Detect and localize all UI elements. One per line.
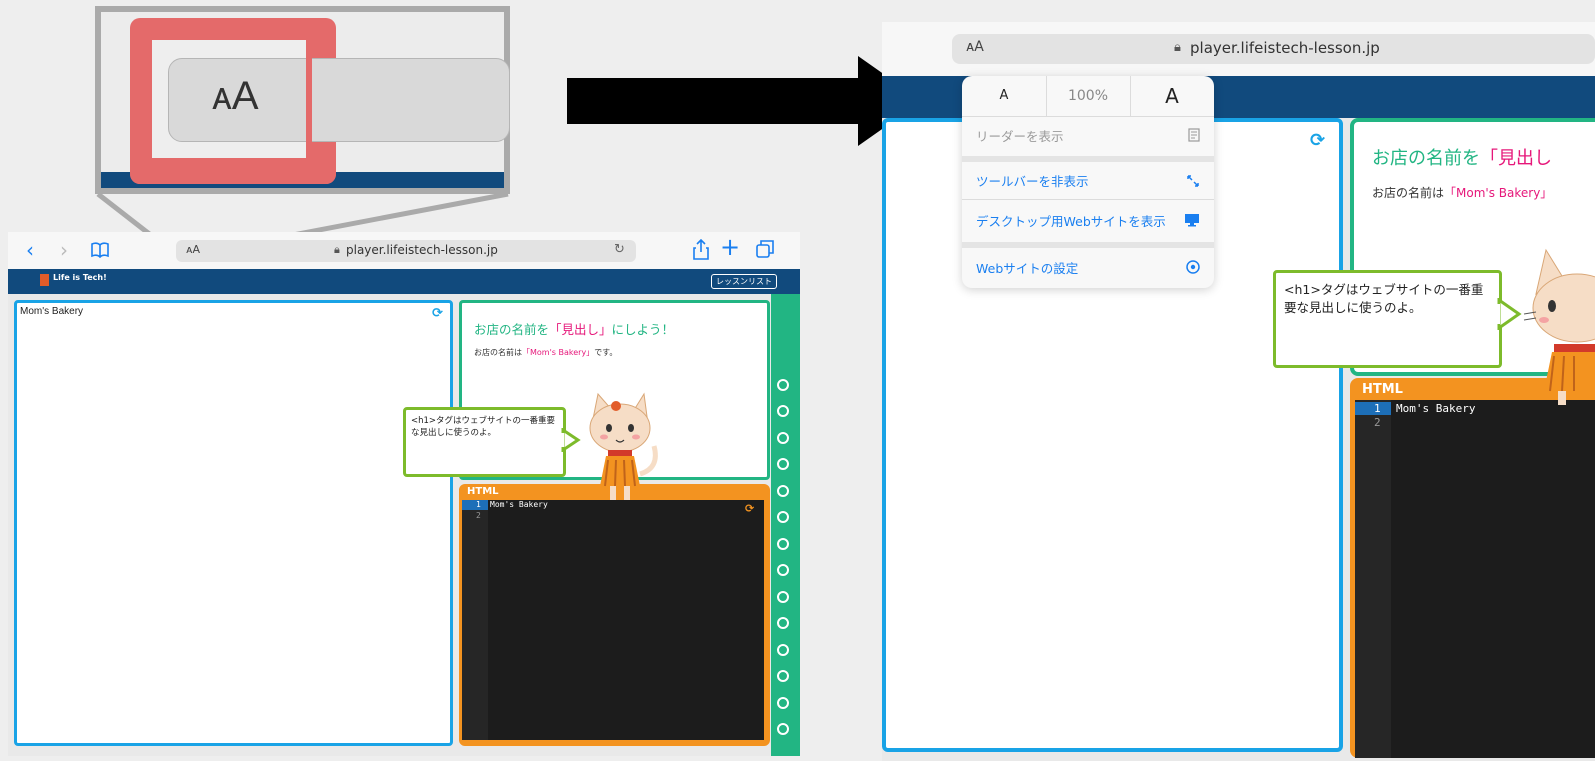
address-bar[interactable]: ᴀA 🔒︎ player.lifeistech-lesson.jp ↻ [176,240,636,262]
preview-panel: Mom's Bakery ⟳ [14,300,453,746]
editor-refresh-icon[interactable]: ⟳ [745,502,754,515]
line-gutter [462,500,488,740]
show-reader-item[interactable]: リーダーを表示 [962,116,1214,154]
new-tab-icon[interactable]: + [720,233,740,261]
url-text: player.lifeistech-lesson.jp [346,243,498,257]
ring-icon [777,617,789,629]
text-size-aa-button[interactable]: ᴀA [966,39,984,55]
line-number: 1 [476,500,481,509]
ring-icon [777,644,789,656]
code-line[interactable]: Mom's Bakery [1396,402,1475,415]
show-reader-label: リーダーを表示 [976,128,1064,144]
ring-icon [777,564,789,576]
ring-icon [777,379,789,391]
speech-bubble-zoomed: <h1>タグはウェブサイトの一番重要な見出しに使うのよ。 [1273,270,1502,368]
zoom-level: 100% [1046,76,1131,116]
ring-icon [777,538,789,550]
url-text: player.lifeistech-lesson.jp [1190,39,1380,57]
text-size-aa-button[interactable]: ᴀA [186,243,200,256]
bubble-text: <h1>タグはウェブサイトの一番重要な見出しに使うのよ。 [1284,282,1484,315]
active-line-marker [1355,402,1391,415]
address-bar-zoomed[interactable]: ᴀA 🔒︎ player.lifeistech-lesson.jp [952,34,1595,64]
instruction-body: お店の名前は「Mom's Bakery」 [1372,186,1553,200]
desktop-icon [1185,214,1199,227]
back-icon[interactable]: ‹ [26,238,34,262]
lesson-list-button[interactable]: レッスンリスト [711,274,777,289]
instruction-title: お店の名前を「見出し」にしよう！ [474,322,675,337]
active-line-marker [462,500,488,510]
logo-text: Life is Tech! [53,273,107,282]
page-menu-popover: A 100% A リーダーを表示 ツールバーを非表示 デスクトップ用Webサイト… [962,76,1214,288]
lock-icon: 🔒︎ [1174,40,1181,55]
line-gutter [1355,400,1391,758]
decrease-text-size-button[interactable]: A [962,76,1047,116]
bubble-tail [1497,298,1522,330]
logo-icon [40,274,49,286]
lock-icon: 🔒︎ [334,243,340,256]
increase-text-size-button[interactable]: A [1130,76,1214,116]
desktop-site-item[interactable]: デスクトップ用Webサイトを表示 [962,201,1214,239]
forward-icon[interactable]: › [60,238,68,262]
ring-icon [777,485,789,497]
cat-mascot [589,392,658,500]
settings-icon [1186,260,1200,274]
share-icon[interactable] [693,239,709,261]
arrow-right-icon [567,56,922,146]
website-settings-label: Webサイトの設定 [976,260,1079,276]
speech-bubble: <h1>タグはウェブサイトの一番重要な見出しに使うのよ。 [403,407,566,477]
collapse-arrows-icon [1187,174,1199,187]
ring-icon [777,432,789,444]
bubble-text: <h1>タグはウェブサイトの一番重要な見出しに使うのよ。 [411,416,556,438]
hide-toolbar-item[interactable]: ツールバーを非表示 [962,162,1214,200]
editor-label: HTML [1362,382,1403,397]
text-size-row: A 100% A [962,76,1214,117]
code-line[interactable]: Mom's Bakery [490,500,548,509]
ring-icon [777,405,789,417]
hide-toolbar-label: ツールバーを非表示 [976,174,1089,189]
ring-icon [777,697,789,709]
app-header: Life is Tech! レッスンリスト [8,269,800,294]
instruction-title: お店の名前を「見出し [1372,148,1552,169]
preview-text: Mom's Bakery [20,306,84,317]
cat-mascot-zoomed [1523,248,1595,405]
refresh-icon[interactable]: ⟳ [432,306,443,321]
instruction-body: お店の名前は「Mom's Bakery」です。 [474,348,618,357]
reader-icon [1188,128,1200,142]
tabs-icon[interactable] [756,240,774,258]
desktop-site-label: デスクトップ用Webサイトを表示 [976,213,1166,229]
editor-label: HTML [467,486,499,497]
ring-icon [777,511,789,523]
code-editor[interactable] [462,500,764,740]
notebook-strip [771,294,800,756]
bookmarks-icon[interactable] [90,241,110,259]
line-number: 2 [1374,416,1381,429]
website-settings-item[interactable]: Webサイトの設定 [962,248,1214,286]
refresh-icon[interactable]: ⟳ [1310,130,1325,151]
ring-icon [777,723,789,735]
ring-icon [777,591,789,603]
ring-icon [777,670,789,682]
ring-icon [777,458,789,470]
code-editor-zoomed[interactable] [1355,400,1595,758]
reload-icon[interactable]: ↻ [614,242,625,257]
line-number: 1 [1374,402,1381,415]
line-number: 2 [476,511,481,520]
